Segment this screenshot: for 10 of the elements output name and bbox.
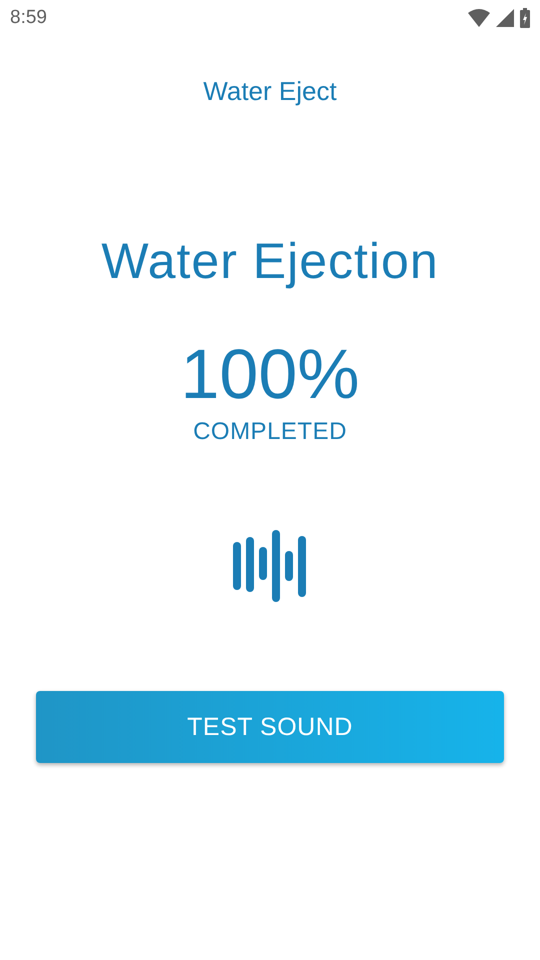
- signal-icon: [496, 9, 514, 27]
- test-sound-button[interactable]: TEST SOUND: [36, 691, 504, 763]
- status-time: 8:59: [10, 7, 47, 29]
- sound-wave-icon: [233, 530, 307, 602]
- heading: Water Ejection: [101, 232, 439, 290]
- app-title: Water Eject: [203, 76, 337, 106]
- progress-percent: 100%: [180, 334, 360, 414]
- progress-label: COMPLETED: [193, 418, 347, 446]
- wifi-icon: [468, 9, 490, 27]
- battery-charging-icon: [520, 8, 530, 28]
